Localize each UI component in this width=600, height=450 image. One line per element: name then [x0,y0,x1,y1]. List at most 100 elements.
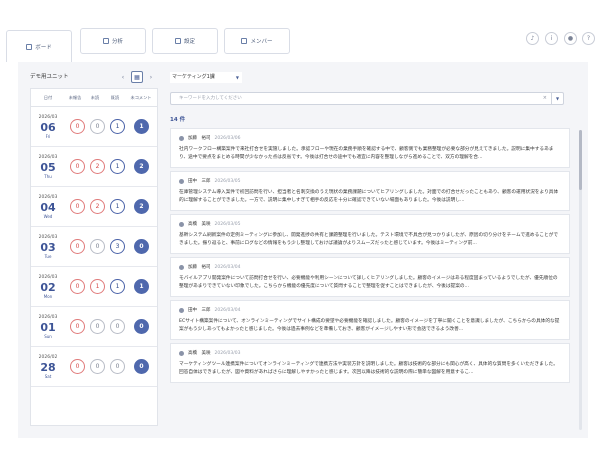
report-meta: 加藤 裕司 2026/03/04 [179,264,561,270]
report-author: 加藤 裕司 [188,265,211,270]
chart-icon [102,38,109,44]
search-placeholder: キーワードを入力してください [179,96,242,101]
unread-count[interactable]: 0 [90,359,105,374]
members-icon [241,38,248,44]
report-date: 2026/03/05 [214,178,241,184]
unread-count[interactable]: 0 [90,119,105,134]
read-count[interactable]: 1 [110,119,125,134]
report-text: 基幹システム刷新案件の定例ミーティングに参加し、開発進捗の共有と課題整理を行いま… [179,233,559,246]
read-count[interactable]: 3 [110,239,125,254]
date-day: 02 [40,280,56,294]
date-cell: 2026/03 05 Thu [31,154,65,180]
date-cell: 2026/03 01 Sun [31,314,65,340]
author-avatar-icon [179,221,184,227]
unread-count[interactable]: 2 [90,199,105,214]
date-year-month: 2026/03 [38,114,58,120]
calendar-row[interactable]: 2026/03 05 Thu 0 2 1 2 [31,147,157,187]
uncommented-count[interactable]: 1 [134,119,149,134]
unread-count[interactable]: 0 [90,239,105,254]
unreported-count[interactable]: 0 [70,199,85,214]
report-author: 加藤 裕司 [188,136,211,141]
unread-count[interactable]: 1 [90,279,105,294]
calendar-icon[interactable]: ▦ [131,71,143,83]
uncommented-count[interactable]: 2 [134,199,149,214]
read-count[interactable]: 1 [110,159,125,174]
search-dropdown-icon[interactable]: ▼ [551,93,563,104]
tab-members[interactable]: メンバー [224,28,290,54]
unread-count[interactable]: 0 [90,319,105,334]
header-unreported: 未報告 [68,94,82,100]
report-card[interactable]: 高橋 美咲 2026/03/03 マーケティングツール連携案件についてオンラインミー… [170,343,570,383]
unreported-count[interactable]: 0 [70,279,85,294]
date-weekday: Tue [44,253,52,259]
unreported-count[interactable]: 0 [70,239,85,254]
bell-icon[interactable]: ♪ [526,32,539,45]
clear-search-button[interactable]: × [543,93,547,104]
uncommented-count[interactable]: 0 [134,239,149,254]
department-select[interactable]: マーケティング1課 ▼ [170,72,242,83]
report-text: マーケティングツール連携案件についてオンラインミーティングで連携方法や実装方針を… [179,362,558,375]
read-count[interactable]: 1 [110,279,125,294]
report-meta: 田中 三郎 2026/03/04 [179,307,561,313]
next-date-button[interactable]: › [146,72,156,82]
report-card[interactable]: 加藤 裕司 2026/03/06 社内ワークフロー構築案件で来社打合せを実施しました… [170,128,570,168]
department-select-value: マーケティング1課 [172,74,215,80]
report-card[interactable]: 加藤 裕司 2026/03/04 モバイルアプリ開発案件について訪問打合せを行い、必… [170,257,570,297]
header-read: 既読 [110,94,120,100]
report-card[interactable]: 高橋 美咲 2026/03/05 基幹システム刷新案件の定例ミーティングに参加し、開… [170,214,570,254]
tab-board[interactable]: ボード [6,30,72,62]
read-count[interactable]: 0 [110,319,125,334]
tab-analysis[interactable]: 分析 [80,28,146,54]
tab-members-label: メンバー [250,39,273,45]
daily-report-calendar: 日付 未報告 未読 既読 未コメント 2026/03 06 Fri 0 0 1 1 2026/… [30,88,158,426]
date-day: 28 [40,360,56,374]
uncommented-count[interactable]: 0 [134,359,149,374]
info-icon[interactable]: i [545,32,558,45]
calendar-row[interactable]: 2026/03 04 Wed 0 2 1 2 [31,187,157,227]
report-text: 社内ワークフロー構築案件で来社打合せを実施しました。承認フローや現在の業務手順を… [179,147,554,160]
report-date: 2026/03/05 [214,221,241,227]
unreported-count[interactable]: 0 [70,319,85,334]
tab-settings[interactable]: 設定 [152,28,218,54]
uncommented-count[interactable]: 1 [134,279,149,294]
unreported-count[interactable]: 0 [70,119,85,134]
uncommented-count[interactable]: 0 [134,319,149,334]
user-icon[interactable]: ● [564,32,577,45]
keyword-search-input[interactable]: キーワードを入力してください × ▼ [170,92,564,105]
calendar-row[interactable]: 2026/03 06 Fri 0 0 1 1 [31,107,157,147]
report-meta: 高橋 美咲 2026/03/03 [179,350,561,356]
calendar-row[interactable]: 2026/02 28 Sat 0 0 0 0 [31,347,157,387]
date-day: 05 [40,160,56,174]
unreported-count[interactable]: 0 [70,359,85,374]
report-list-scrollbar[interactable] [579,130,582,430]
report-card[interactable]: 田中 三郎 2026/03/05 在庫管理システム導入案件で初回訪問を行い、担当者と… [170,171,570,211]
report-text: ECサイト構築案件について、オンラインミーティングでサイト構成の要望や必要機能を… [179,319,560,332]
author-avatar-icon [179,350,184,356]
unreported-count[interactable]: 0 [70,159,85,174]
calendar-row[interactable]: 2026/03 02 Mon 0 1 1 1 [31,267,157,307]
unread-count[interactable]: 2 [90,159,105,174]
board-icon [26,43,33,50]
date-day: 01 [40,320,56,334]
uncommented-count[interactable]: 2 [134,159,149,174]
help-icon[interactable]: ? [582,32,595,45]
calendar-row[interactable]: 2026/03 01 Sun 0 0 0 0 [31,307,157,347]
author-avatar-icon [179,307,184,313]
read-count[interactable]: 1 [110,199,125,214]
date-cell: 2026/03 04 Wed [31,194,65,220]
report-meta: 田中 三郎 2026/03/05 [179,178,561,184]
report-card[interactable]: 田中 三郎 2026/03/04 ECサイト構築案件について、オンラインミーティング… [170,300,570,340]
tab-analysis-label: 分析 [111,39,123,45]
date-day: 04 [40,200,56,214]
date-weekday: Sat [44,373,52,379]
header-uncommented: 未コメント [130,94,152,100]
read-count[interactable]: 0 [110,359,125,374]
calendar-row[interactable]: 2026/03 03 Tue 0 0 3 0 [31,227,157,267]
date-year-month: 2026/03 [38,194,58,200]
date-cell: 2026/03 02 Mon [31,274,65,300]
top-tab-bar: ボード 分析 設定 メンバー ♪ i ● ? [0,0,600,62]
date-weekday: Mon [43,293,53,299]
scrollbar-thumb[interactable] [579,130,582,190]
prev-date-button[interactable]: ‹ [118,72,128,82]
unit-name: デモ用ユニット [30,74,69,80]
